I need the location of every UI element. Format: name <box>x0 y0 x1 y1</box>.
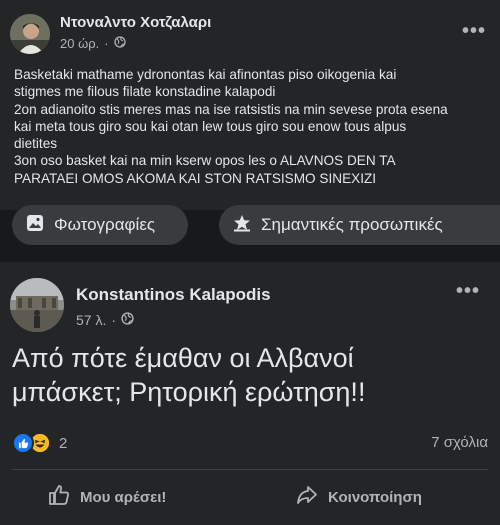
share-icon <box>296 484 318 510</box>
like-button-label: Μου αρέσει! <box>80 488 167 506</box>
avatar[interactable] <box>10 278 64 332</box>
more-options-icon[interactable]: ••• <box>462 20 486 43</box>
highlights-chip[interactable]: Σημαντικές προσωπικές <box>219 205 500 245</box>
post-text-line: stigmes me filous filate konstadine kala… <box>14 84 276 100</box>
thumbs-up-icon <box>48 484 70 510</box>
photo-icon <box>26 214 44 237</box>
profile-chips-row: Φωτογραφίες Σημαντικές προσωπικές <box>0 205 500 249</box>
post-author[interactable]: Ντοναλντο Χοτζαλαρι <box>60 14 211 31</box>
comment-text-line: Από πότε έμαθαν οι Αλβανοί <box>12 343 354 373</box>
post-text: Basketaki mathame ydronontas kai afinont… <box>14 66 492 187</box>
post-text-line: Basketaki mathame ydronontas kai afinont… <box>14 67 397 82</box>
star-icon <box>233 214 251 237</box>
reaction-count: 2 <box>59 434 68 452</box>
separator-dot: · <box>104 36 109 51</box>
post-card: Ντοναλντο Χοτζαλαρι 20 ώρ. · ••• Basketa… <box>0 0 500 210</box>
comment-time[interactable]: 57 λ. <box>76 312 106 328</box>
more-options-icon[interactable]: ••• <box>456 280 480 303</box>
photos-chip[interactable]: Φωτογραφίες <box>12 205 188 245</box>
post-time[interactable]: 20 ώρ. <box>60 36 99 51</box>
photos-chip-label: Φωτογραφίες <box>54 215 156 234</box>
divider <box>12 469 488 470</box>
comment-author[interactable]: Konstantinos Kalapodis <box>76 285 271 305</box>
share-button[interactable]: Κοινοποίηση <box>296 484 422 510</box>
globe-icon <box>121 312 134 328</box>
avatar[interactable] <box>10 14 50 54</box>
post-text-line: kai meta tous giro sou kai otan lew tous… <box>14 118 407 134</box>
comments-count-link[interactable]: 7 σχόλια <box>431 434 488 451</box>
share-button-label: Κοινοποίηση <box>328 488 422 506</box>
like-reaction-icon <box>12 432 34 454</box>
post-text-line: 2on adianoito stis meres mas na ise rats… <box>14 101 448 117</box>
post-text-line: dietites <box>14 136 58 152</box>
like-button[interactable]: Μου αρέσει! <box>48 484 166 510</box>
comment-text-line: μπάσκετ; Ρητορική ερώτηση!! <box>12 377 366 407</box>
separator-dot: · <box>111 312 117 328</box>
post-text-line: 3on oso basket kai na min kserw opos les… <box>14 153 396 169</box>
post-meta: 20 ώρ. · <box>60 36 126 51</box>
highlights-chip-label: Σημαντικές προσωπικές <box>261 215 443 234</box>
reactions-summary[interactable]: 2 <box>12 432 67 454</box>
globe-icon <box>113 36 126 51</box>
comment-text: Από πότε έμαθαν οι Αλβανοί μπάσκετ; Ρητο… <box>12 341 492 409</box>
comment-meta: 57 λ. · <box>76 312 134 328</box>
post-text-line: PARATAEI OMOS AKOMA KAI STON RATSISMO SI… <box>14 170 377 186</box>
